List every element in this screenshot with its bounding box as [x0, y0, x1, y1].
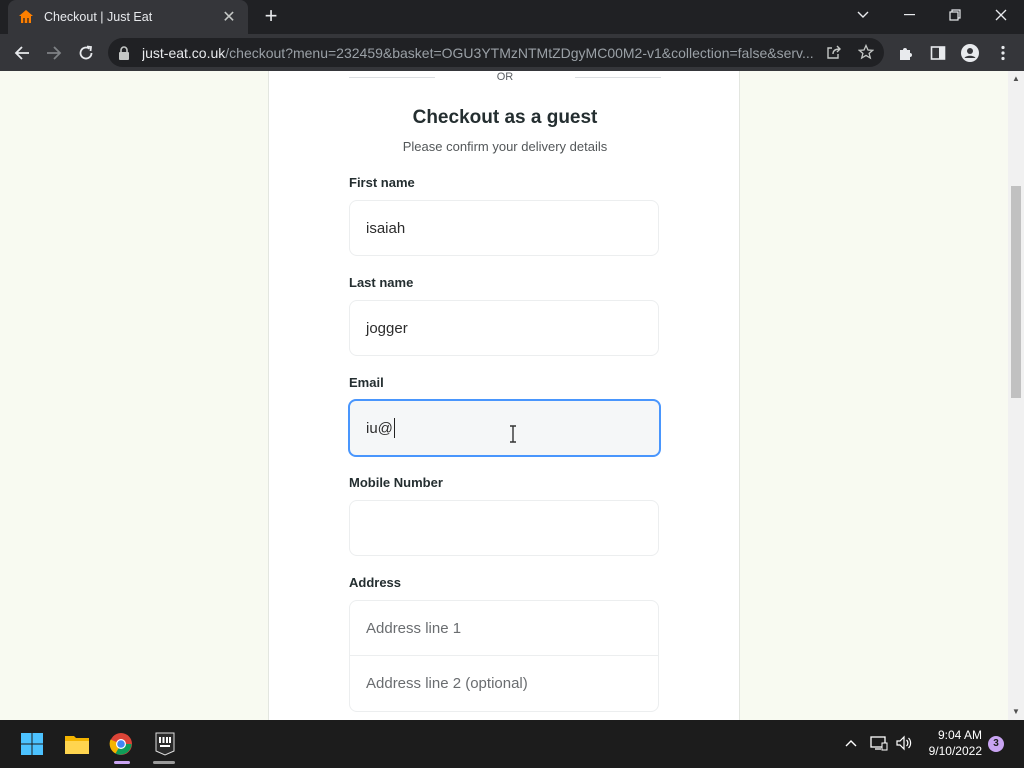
restore-icon[interactable]	[932, 0, 978, 30]
profile-avatar-icon[interactable]	[959, 42, 981, 64]
or-divider: OR	[349, 71, 661, 85]
chrome-menu-kebab-icon[interactable]	[992, 42, 1014, 64]
scrollbar-thumb[interactable]	[1011, 186, 1021, 398]
show-hidden-icons-chevron-icon[interactable]	[840, 732, 862, 754]
google-chrome-icon[interactable]	[105, 728, 137, 760]
windows-taskbar: 9:04 AM 9/10/2022	[0, 720, 1024, 768]
epic-running-indicator	[153, 761, 175, 764]
chrome-active-indicator	[114, 761, 130, 764]
email-value: iu@	[366, 419, 393, 437]
mobile-number-label: Mobile Number	[349, 475, 443, 490]
windows-start-icon[interactable]	[16, 728, 48, 760]
notification-count-badge[interactable]: 3	[988, 736, 1004, 752]
clock-date: 9/10/2022	[928, 744, 982, 758]
web-page: OR Checkout as a guest Please confirm yo…	[0, 71, 1008, 720]
minimize-icon[interactable]	[886, 0, 932, 30]
email-field[interactable]: iu@	[348, 399, 661, 457]
file-explorer-icon[interactable]	[61, 728, 93, 760]
url-host: just-eat.co.uk	[142, 44, 226, 61]
back-arrow-icon[interactable]	[9, 40, 35, 66]
address-line-1-field[interactable]: Address line 1	[350, 601, 658, 656]
browser-tab-strip: Checkout | Just Eat ✕ +	[0, 0, 1024, 34]
lock-icon[interactable]	[118, 45, 132, 60]
last-name-value: jogger	[366, 319, 408, 337]
epic-games-launcher-icon[interactable]	[149, 728, 181, 760]
tab-title: Checkout | Just Eat	[44, 10, 153, 24]
text-cursor-ibeam-icon	[510, 425, 516, 443]
side-panel-icon[interactable]	[927, 42, 949, 64]
volume-icon[interactable]	[893, 732, 915, 754]
clock-time: 9:04 AM	[937, 728, 982, 742]
address-line-1-placeholder: Address line 1	[366, 619, 462, 637]
first-name-field[interactable]: isaiah	[349, 200, 659, 256]
extensions-puzzle-icon[interactable]	[895, 42, 917, 64]
scroll-up-arrow-icon[interactable]: ▲	[1012, 75, 1020, 83]
page-title: Checkout as a guest	[412, 107, 598, 128]
share-icon[interactable]	[824, 42, 844, 62]
address-label: Address	[349, 575, 402, 590]
network-icon[interactable]	[868, 732, 890, 754]
first-name-value: isaiah	[366, 219, 406, 237]
just-eat-favicon-icon	[18, 9, 34, 25]
text-caret	[393, 418, 395, 438]
address-fields-group: Address line 1 Address line 2 (optional)	[349, 600, 659, 712]
tab-search-chevron-icon[interactable]	[840, 0, 886, 30]
url-path: /checkout?menu=232459&basket=OGU3YTMzNTM…	[225, 44, 814, 61]
new-tab-plus-icon[interactable]: +	[259, 5, 283, 29]
system-clock[interactable]: 9:04 AM 9/10/2022	[929, 727, 982, 759]
or-text: OR	[496, 71, 514, 83]
window-close-icon[interactable]	[978, 0, 1024, 30]
reload-icon[interactable]	[73, 40, 99, 66]
tab-close-icon[interactable]: ✕	[220, 7, 238, 27]
last-name-field[interactable]: jogger	[349, 300, 659, 356]
first-name-label: First name	[349, 175, 415, 190]
checkout-card: OR Checkout as a guest Please confirm yo…	[268, 71, 740, 720]
page-subtitle: Please confirm your delivery details	[402, 139, 608, 154]
address-bar[interactable]: just-eat.co.uk/checkout?menu=232459&bask…	[108, 38, 884, 67]
bookmark-star-icon[interactable]	[856, 42, 876, 62]
page-scrollbar[interactable]: ▲ ▼	[1008, 71, 1024, 720]
address-line-2-field[interactable]: Address line 2 (optional)	[350, 656, 658, 711]
scroll-down-arrow-icon[interactable]: ▼	[1012, 708, 1020, 716]
last-name-label: Last name	[349, 275, 414, 290]
email-label: Email	[349, 375, 384, 390]
forward-arrow-icon[interactable]	[41, 40, 67, 66]
browser-tab-active[interactable]: Checkout | Just Eat ✕	[8, 0, 248, 34]
address-line-2-placeholder: Address line 2 (optional)	[366, 675, 528, 692]
browser-toolbar: just-eat.co.uk/checkout?menu=232459&bask…	[0, 34, 1024, 71]
mobile-number-field[interactable]	[349, 500, 659, 556]
